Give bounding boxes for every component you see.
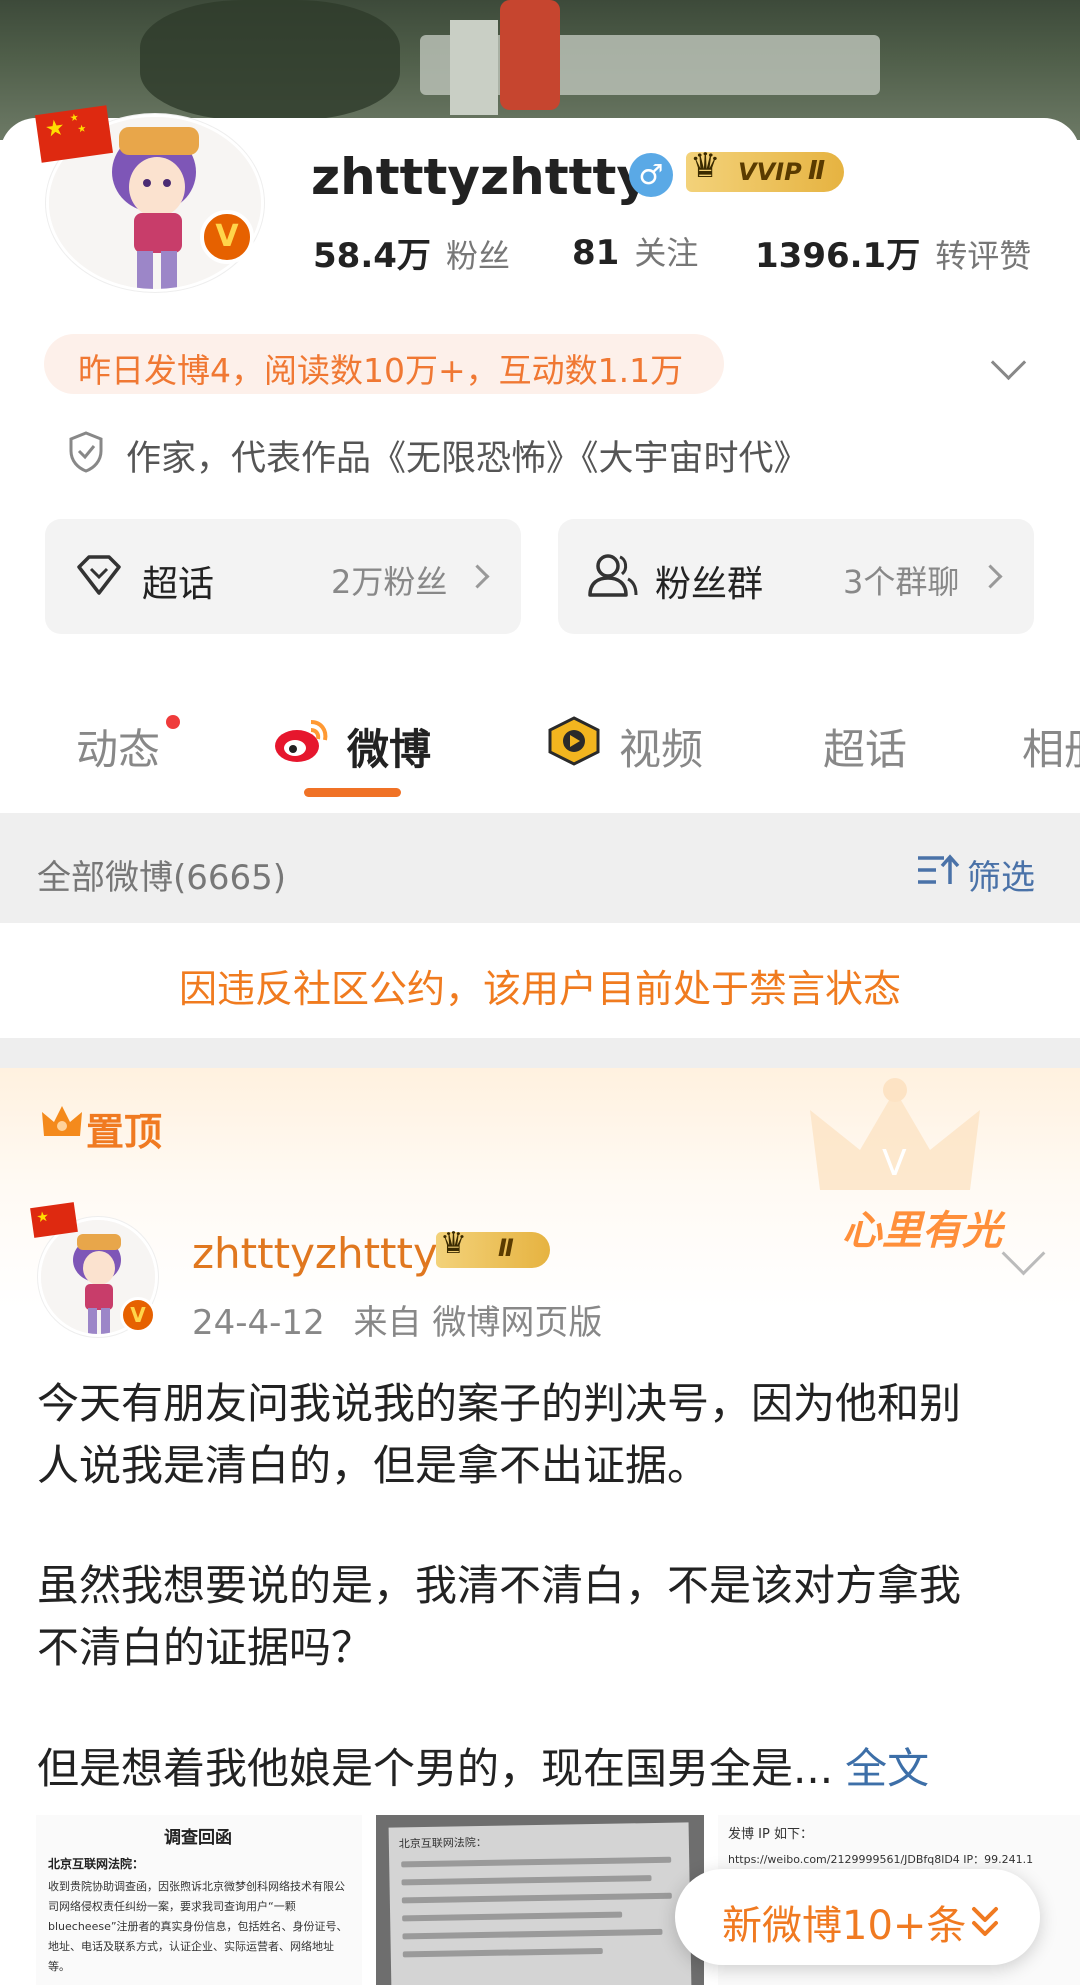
vip-level-badge: ♛ Ⅱ: [436, 1226, 550, 1268]
post-image-2[interactable]: 北京互联网法院：: [376, 1815, 704, 1985]
post-text-line-last: 但是想着我他娘是个男的，现在国男全是... 全文: [37, 1744, 930, 1793]
stat-interactions[interactable]: 1396.1万 转评赞: [755, 228, 1031, 277]
weibo-logo-icon: [271, 716, 331, 770]
post-author-name[interactable]: zhtttyzhttty: [192, 1229, 438, 1278]
activity-summary-text: 昨日发博4，阅读数10万+，互动数1.1万: [78, 351, 684, 390]
profile-bio: 作家，代表作品《无限恐怖》《大宇宙时代》: [126, 439, 809, 479]
new-posts-label: 新微博10+条: [722, 1903, 967, 1949]
tab-feed[interactable]: 动态: [76, 716, 160, 777]
post-meta: 24-4-12 来自 微博网页版: [192, 1303, 603, 1343]
chevron-right-icon: [978, 564, 1003, 589]
pinned-label: 置顶: [86, 1110, 163, 1154]
all-posts-count[interactable]: 全部微博(6665): [37, 850, 286, 899]
pin-crown-icon: [40, 1102, 84, 1146]
post-text-line: 人说我是清白的，但是拿不出证据。: [37, 1441, 710, 1490]
double-chevron-down-icon: [970, 1905, 1000, 1943]
card-fan-group[interactable]: 粉丝群 3个群聊: [558, 519, 1034, 634]
card-supertopic[interactable]: 超话 2万粉丝: [45, 519, 521, 634]
tab-supertopic[interactable]: 超话: [823, 716, 907, 777]
notification-dot: [166, 715, 180, 729]
pinned-decor-label: 心里有光: [842, 1208, 1002, 1254]
post-text-line: 虽然我想要说的是，我清不清白，不是该对方拿我: [37, 1561, 962, 1610]
tab-album[interactable]: 相册: [1022, 716, 1080, 777]
people-icon: [586, 551, 638, 603]
active-tab-indicator: [304, 788, 401, 797]
post-image-1[interactable]: 调查回函 北京互联网法院： 收到贵院协助调查函，因张煦诉北京微梦创科网络技术有限…: [36, 1815, 362, 1985]
vvip-badge[interactable]: ♛ VVIP Ⅱ: [686, 146, 844, 192]
profile-username: zhtttyzhttty: [311, 148, 649, 206]
post-text-line: 不清白的证据吗？: [37, 1623, 374, 1672]
crown-icon: ♛: [690, 146, 721, 186]
full-text-link[interactable]: 全文: [845, 1744, 929, 1793]
chevron-right-icon: [465, 564, 490, 589]
verified-badge-icon: V: [200, 210, 254, 264]
china-flag-icon: ★ ★ ★: [35, 105, 113, 163]
verified-badge-icon: V: [120, 1297, 156, 1333]
male-gender-icon: ♂: [629, 153, 673, 197]
post-text-line: 今天有朋友问我说我的案子的判决号，因为他和别: [37, 1379, 962, 1428]
post-author-avatar[interactable]: ★ V: [30, 1202, 170, 1337]
filter-icon[interactable]: [916, 852, 960, 892]
filter-button[interactable]: 筛选: [967, 850, 1035, 899]
video-play-icon: [544, 716, 604, 770]
profile-avatar[interactable]: ★ ★ ★ V: [35, 105, 266, 292]
ban-notice-text: 因违反社区公约，该用户目前处于禁言状态: [178, 967, 901, 1011]
shield-icon: [66, 430, 106, 478]
stat-followers[interactable]: 58.4万 粉丝: [313, 228, 510, 277]
tab-weibo[interactable]: 微博: [347, 716, 431, 777]
crown-icon: ♛: [440, 1226, 467, 1261]
tab-video[interactable]: 视频: [619, 716, 703, 777]
diamond-icon: [75, 553, 123, 601]
section-divider: [0, 1038, 1080, 1068]
china-flag-icon: ★: [30, 1202, 78, 1238]
svg-text:V: V: [882, 1143, 907, 1184]
stat-following[interactable]: 81 关注: [572, 228, 698, 274]
